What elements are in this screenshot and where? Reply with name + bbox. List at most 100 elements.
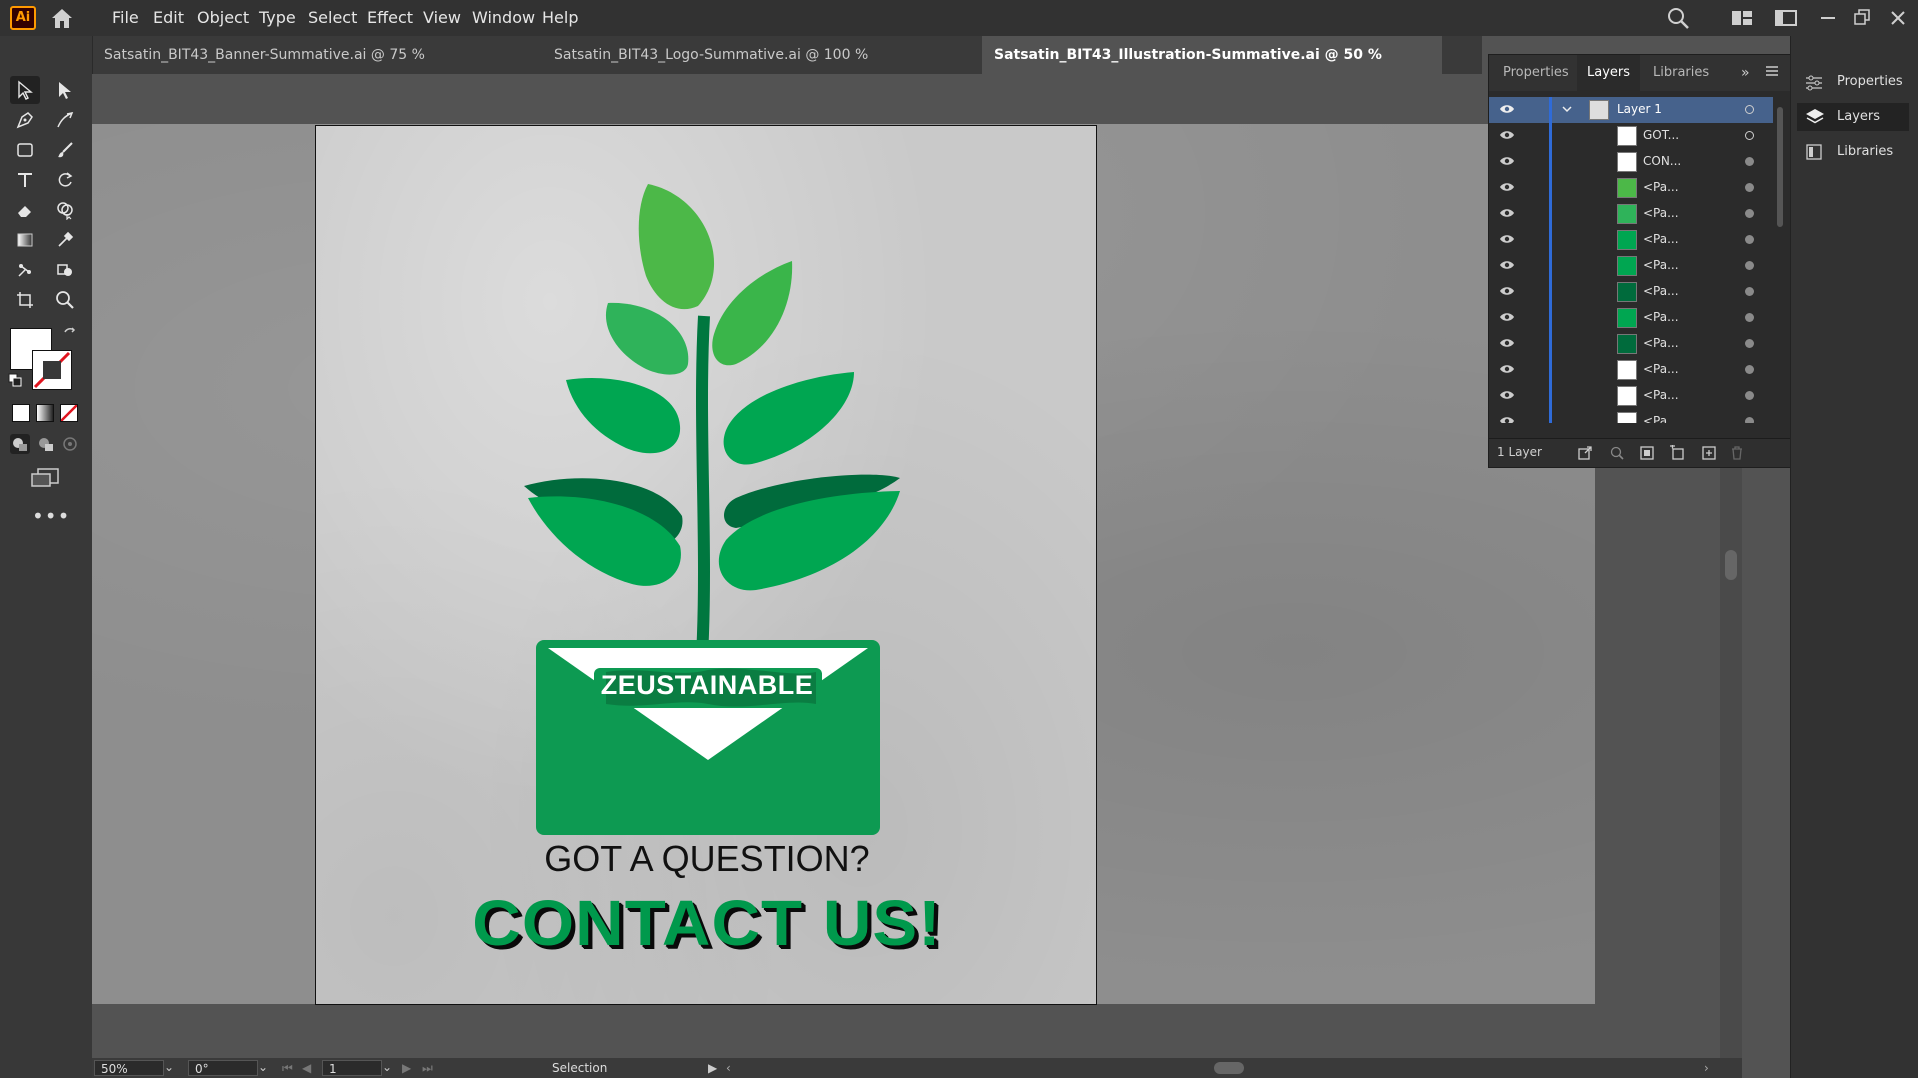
stroke-swatch[interactable] <box>32 350 72 390</box>
artboard[interactable]: ZEUSTAINABLE GOT A QUESTION? CONTACT US! <box>315 125 1097 1005</box>
first-artboard-icon[interactable]: ⏮ <box>282 1061 293 1076</box>
layer-row[interactable]: Layer 1 <box>1489 97 1773 123</box>
chevron-down-icon[interactable]: ⌄ <box>382 1060 392 1074</box>
sublayer-row[interactable]: <Pa... <box>1489 409 1773 423</box>
sublayer-row[interactable]: GOT... <box>1489 123 1773 149</box>
sublayer-row[interactable]: <Pa... <box>1489 357 1773 383</box>
sublayer-name[interactable]: <Pa... <box>1643 258 1679 272</box>
menu-view[interactable]: View <box>423 8 461 27</box>
menu-help[interactable]: Help <box>542 8 578 27</box>
visibility-eye-icon[interactable] <box>1499 181 1515 196</box>
target-circle-icon[interactable] <box>1745 313 1754 322</box>
visibility-eye-icon[interactable] <box>1499 415 1515 423</box>
sublayer-name[interactable]: <Pa... <box>1643 362 1679 376</box>
close-window-icon[interactable] <box>1888 6 1908 34</box>
visibility-eye-icon[interactable] <box>1499 285 1515 300</box>
status-menu-icon[interactable]: ▶ <box>708 1061 717 1075</box>
tab-libraries[interactable]: Libraries <box>1643 55 1719 91</box>
visibility-eye-icon[interactable] <box>1499 311 1515 326</box>
horizontal-scroll-thumb[interactable] <box>1214 1062 1244 1074</box>
sublayer-name[interactable]: <Pa... <box>1643 310 1679 324</box>
sublayer-name[interactable]: <Pa... <box>1643 414 1679 423</box>
paintbrush-tool-icon[interactable] <box>50 136 80 164</box>
export-icon[interactable] <box>1577 445 1593 464</box>
chevron-down-icon[interactable]: ⌄ <box>164 1060 174 1074</box>
artboard-tool-icon[interactable] <box>10 286 40 314</box>
last-artboard-icon[interactable]: ⏭ <box>422 1061 433 1076</box>
menu-object[interactable]: Object <box>197 8 249 27</box>
rotate-tool-icon[interactable] <box>50 166 80 194</box>
more-tools-icon[interactable]: ••• <box>32 504 70 528</box>
rectangle-tool-icon[interactable] <box>10 136 40 164</box>
target-circle-icon[interactable] <box>1745 183 1754 192</box>
visibility-eye-icon[interactable] <box>1499 207 1515 222</box>
workspace-icon[interactable] <box>1774 6 1798 34</box>
visibility-eye-icon[interactable] <box>1499 155 1515 170</box>
live-paint-tool-icon[interactable] <box>50 256 80 284</box>
dock-layers[interactable]: Layers <box>1797 103 1909 131</box>
shape-builder-tool-icon[interactable] <box>50 196 80 224</box>
menu-window[interactable]: Window <box>472 8 535 27</box>
sublayer-row[interactable]: <Pa... <box>1489 201 1773 227</box>
sublayer-row[interactable]: <Pa... <box>1489 383 1773 409</box>
dock-libraries[interactable]: Libraries <box>1797 138 1909 166</box>
sublayer-name[interactable]: <Pa... <box>1643 232 1679 246</box>
gradient-tool-icon[interactable] <box>10 226 40 254</box>
collapse-panel-icon[interactable]: » <box>1741 65 1750 81</box>
draw-inside-icon[interactable] <box>60 434 80 454</box>
target-circle-icon[interactable] <box>1745 287 1754 296</box>
home-icon[interactable] <box>48 6 76 30</box>
locate-object-icon[interactable] <box>1609 445 1625 464</box>
clipping-mask-icon[interactable] <box>1639 445 1655 464</box>
puppet-warp-tool-icon[interactable] <box>10 256 40 284</box>
panel-menu-icon[interactable] <box>1765 63 1779 82</box>
menu-select[interactable]: Select <box>308 8 357 27</box>
scroll-right-icon[interactable]: › <box>1704 1061 1709 1075</box>
restore-icon[interactable] <box>1852 6 1872 34</box>
expand-chevron-icon[interactable] <box>1561 102 1573 119</box>
curvature-tool-icon[interactable] <box>50 106 80 134</box>
pen-tool-icon[interactable] <box>10 106 40 134</box>
sublayer-row[interactable]: <Pa... <box>1489 305 1773 331</box>
none-mode-icon[interactable] <box>60 404 78 422</box>
menu-effect[interactable]: Effect <box>367 8 413 27</box>
layers-scrollbar[interactable] <box>1775 95 1785 421</box>
arrange-documents-icon[interactable] <box>1730 6 1754 34</box>
delete-layer-icon[interactable] <box>1729 445 1745 464</box>
eraser-tool-icon[interactable] <box>10 196 40 224</box>
sublayer-name[interactable]: <Pa... <box>1643 206 1679 220</box>
sublayer-row[interactable]: <Pa... <box>1489 253 1773 279</box>
prev-artboard-icon[interactable]: ◀ <box>302 1061 311 1075</box>
sublayer-name[interactable]: <Pa... <box>1643 180 1679 194</box>
visibility-eye-icon[interactable] <box>1499 337 1515 352</box>
color-mode-icon[interactable] <box>12 404 30 422</box>
visibility-eye-icon[interactable] <box>1499 129 1515 144</box>
visibility-eye-icon[interactable] <box>1499 233 1515 248</box>
target-circle-icon[interactable] <box>1745 209 1754 218</box>
target-circle-icon[interactable] <box>1745 365 1754 374</box>
menu-type[interactable]: Type <box>259 8 296 27</box>
sublayer-row[interactable]: <Pa... <box>1489 227 1773 253</box>
menu-file[interactable]: File <box>112 8 139 27</box>
direct-selection-tool-icon[interactable] <box>50 76 80 104</box>
target-circle-icon[interactable] <box>1745 417 1754 423</box>
scroll-thumb[interactable] <box>1725 550 1737 580</box>
type-tool-icon[interactable] <box>10 166 40 194</box>
sublayer-name[interactable]: GOT... <box>1643 128 1679 142</box>
sublayer-name[interactable]: <Pa... <box>1643 388 1679 402</box>
selection-tool-icon[interactable] <box>10 76 40 104</box>
default-fill-stroke-icon[interactable] <box>8 372 22 391</box>
dock-properties[interactable]: Properties <box>1797 68 1909 96</box>
sublayer-row[interactable]: CON... <box>1489 149 1773 175</box>
question-text[interactable]: GOT A QUESTION? <box>316 838 1096 880</box>
next-artboard-icon[interactable]: ▶ <box>402 1061 411 1075</box>
tab-logo[interactable]: Satsatin_BIT43_Logo-Summative.ai @ 100 %… <box>542 36 982 101</box>
draw-behind-icon[interactable] <box>36 434 56 454</box>
sublayer-name[interactable]: CON... <box>1643 154 1681 168</box>
new-sublayer-icon[interactable] <box>1669 443 1687 464</box>
scroll-left-icon[interactable]: ‹ <box>726 1061 731 1075</box>
draw-normal-icon[interactable] <box>10 434 30 454</box>
target-circle-icon[interactable] <box>1745 235 1754 244</box>
layer-name[interactable]: Layer 1 <box>1617 102 1662 116</box>
zoom-tool-icon[interactable] <box>50 286 80 314</box>
